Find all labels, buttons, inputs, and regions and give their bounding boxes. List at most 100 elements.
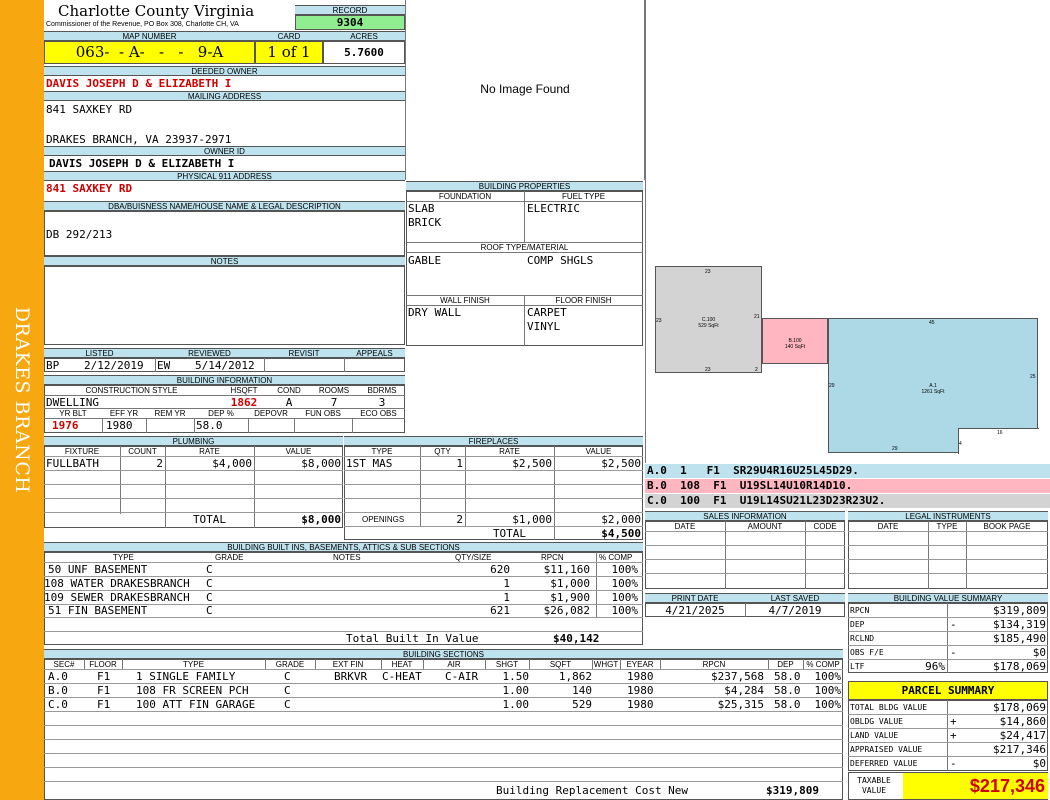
builtins-qty-h: QTY/SIZE [455, 553, 492, 562]
bvs-ltf-label: LTF [850, 662, 865, 671]
section-rpcn: $25,315 [717, 698, 764, 711]
bvs-dep-value: $134,319 [993, 618, 1046, 631]
fire-openings-rate: $1,000 [512, 513, 552, 526]
section-type: 108 FR SCREEN PCH [136, 684, 249, 697]
bldg-bdrms: 3 [378, 396, 386, 409]
builtin-type: 108 WATER DRAKESBRANCH [44, 577, 190, 590]
plumb-fixture: FULLBATH [46, 457, 99, 470]
notes-box [44, 266, 405, 345]
side-bar: DRAKES BRANCH [0, 0, 44, 800]
fire-qty: 1 [456, 457, 463, 470]
plumb-count-h: COUNT [128, 447, 157, 456]
fire-openings-label: OPENINGS [362, 515, 405, 524]
sec-h-dep: DEP [777, 660, 794, 669]
builtin-rpcn: $1,000 [550, 577, 590, 590]
sec-h-heat: HEAT [391, 660, 413, 669]
plumb-value: $8,000 [301, 457, 341, 470]
notes-header: NOTES [44, 256, 405, 266]
section-comp: 100% [814, 684, 842, 697]
yrblt-h: YR BLT [59, 409, 87, 418]
listed-date: 2/12/2019 [84, 359, 144, 372]
physical-address-header: PHYSICAL 911 ADDRESS [44, 171, 405, 181]
porch-area: 140 SqFt [784, 344, 806, 350]
reviewed-header: REVIEWED [155, 348, 264, 358]
sketch-legend-c: C.0 100 F1 U19L14SU21L23D23R23U2. [645, 494, 1050, 508]
section-heat: C-HEAT [382, 670, 422, 683]
builtins-comp-h: % COMP [599, 553, 633, 562]
floor-2: VINYL [527, 320, 561, 333]
bldg-hsqft: 1862 [230, 396, 258, 409]
sec-h-type: TYPE [183, 660, 204, 669]
parcel-value: $0 [1032, 757, 1046, 770]
dim-g-top: 23 [705, 269, 711, 275]
wall-h: WALL FINISH [440, 296, 490, 305]
bvs-obs-value: $0 [1032, 646, 1046, 659]
parcel-value: $217,346 [993, 743, 1046, 756]
legal-book-h: BOOK PAGE [983, 522, 1031, 531]
bvs-dep-label: DEP [850, 620, 865, 629]
foundation-2: BRICK [408, 216, 442, 229]
sections-total-label: Building Replacement Cost New [496, 784, 689, 797]
builtin-rpcn: $26,082 [543, 604, 590, 617]
sec-h-ext: EXT FIN [332, 660, 364, 669]
sketch-legend-b: B.0 108 F1 U19SL14U10R14D10. [645, 479, 1050, 493]
plumb-total: $8,000 [301, 513, 341, 526]
listed-by: BP [46, 359, 60, 372]
builtin-type: 51 FIN BASEMENT [48, 604, 148, 617]
builtins-total-label: Total Built In Value [346, 632, 479, 645]
dim-h-bottom: 29 [892, 446, 898, 452]
card-value: 1 of 1 [255, 41, 323, 64]
sections-total: $319,809 [766, 784, 819, 797]
sec-h-sqft: SQFT [549, 660, 572, 669]
card-header: CARD [255, 31, 323, 41]
deeded-owner-header: DEEDED OWNER [44, 66, 405, 76]
fireplaces-header: FIREPLACES [344, 436, 643, 446]
builtin-comp: 100% [611, 604, 639, 617]
sec-h-eyear: EYEAR [626, 660, 654, 669]
section-sec: C.0 [48, 698, 68, 711]
remyr-h: REM YR [154, 409, 186, 418]
plumb-rate: $4,000 [212, 457, 252, 470]
builtin-qty: 1 [503, 577, 510, 590]
legal-date-h: DATE [877, 522, 899, 531]
section-grade: C [284, 698, 291, 711]
builtins-grade-h: GRADE [215, 553, 244, 562]
garage-area: 529 SqFt [698, 323, 719, 329]
builtin-type: 109 SEWER DRAKESBRANCH [44, 591, 190, 604]
section-dep: 58.0 [774, 698, 801, 711]
depovr-h: DEPOVR [254, 409, 288, 418]
builtin-comp: 100% [611, 591, 639, 604]
map-number-header: MAP NUMBER [44, 31, 255, 41]
section-floor: F1 [97, 684, 111, 697]
bldg-style: DWELLING [46, 396, 99, 409]
last-saved: 4/7/2019 [768, 604, 822, 617]
commissioner-line: Commissioner of the Revenue, PO Box 308,… [46, 21, 239, 28]
section-grade: C [284, 684, 291, 697]
fire-openings-qty: 2 [456, 513, 463, 526]
record-value: 9304 [295, 15, 405, 30]
section-dep: 58.0 [774, 684, 801, 697]
builtin-qty: 620 [490, 563, 510, 576]
builtins-header: BUILDING BUILT INS, BASEMENTS, ATTICS & … [44, 542, 643, 552]
owner-id-value: DAVIS JOSEPH D & ELIZABETH I [49, 157, 235, 170]
bldg-cond: A [285, 396, 293, 409]
section-sec: A.0 [48, 670, 68, 683]
reviewed-by: EW [157, 359, 171, 372]
foundation-1: SLAB [408, 202, 435, 215]
plumb-rate-h: RATE [199, 447, 220, 456]
acres-value: 5.7600 [323, 41, 405, 64]
funobs-h: FUN OBS [305, 409, 341, 418]
builtin-type: 50 UNF BASEMENT [48, 563, 148, 576]
legal-desc-value: DB 292/213 [46, 228, 113, 241]
section-sqft: 140 [572, 684, 592, 697]
sec-h-whgt: WHGT [593, 660, 619, 669]
fire-value-h: VALUE [585, 447, 612, 456]
map-number-value: 063- - A- - - 9-A [44, 41, 255, 64]
fire-value: $2,500 [601, 457, 641, 470]
taxable-label: TAXABLE VALUE [857, 776, 891, 795]
builtin-grade: C [206, 577, 213, 590]
mailing-line1: 841 SAXKEY RD [46, 103, 133, 116]
dim-h-left: 29 [829, 383, 835, 389]
builtin-comp: 100% [611, 577, 639, 590]
parcel-value: $24,417 [999, 729, 1046, 742]
